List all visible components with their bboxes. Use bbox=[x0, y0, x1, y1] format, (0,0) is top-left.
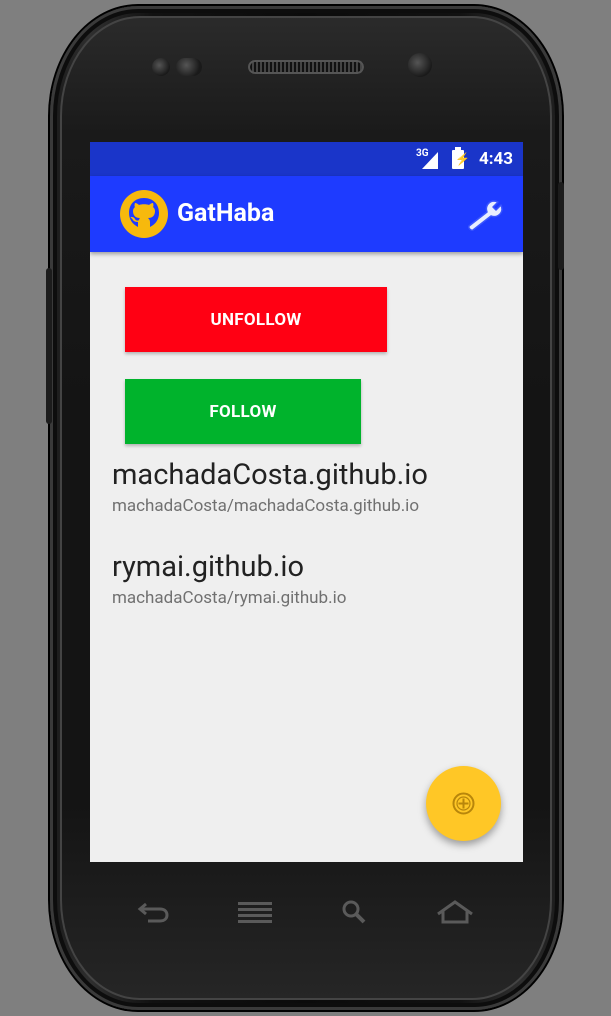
proximity-sensor bbox=[152, 58, 170, 76]
add-circle-icon bbox=[452, 792, 475, 815]
github-octocat-icon bbox=[120, 190, 168, 238]
wrench-icon[interactable] bbox=[465, 196, 507, 232]
menu-icon[interactable] bbox=[236, 898, 274, 926]
status-bar: 3G ⚡ 4:43 bbox=[90, 142, 523, 176]
device-screen: 3G ⚡ 4:43 GatHaba UNFOLLOW FOLLOW machad… bbox=[90, 142, 523, 862]
repo-name: machadaCosta.github.io bbox=[112, 458, 428, 492]
home-icon[interactable] bbox=[434, 898, 476, 926]
power-button bbox=[558, 182, 564, 270]
back-icon[interactable] bbox=[136, 898, 172, 926]
repo-path: machadaCosta/rymai.github.io bbox=[112, 588, 347, 608]
front-camera bbox=[408, 53, 432, 77]
app-title: GatHaba bbox=[177, 199, 275, 228]
add-fab-button[interactable] bbox=[426, 766, 501, 841]
volume-button bbox=[46, 268, 52, 424]
repo-path: machadaCosta/machadaCosta.github.io bbox=[112, 496, 420, 516]
earpiece-speaker bbox=[248, 60, 364, 74]
search-icon[interactable] bbox=[340, 898, 370, 926]
follow-button[interactable]: FOLLOW bbox=[125, 379, 361, 444]
unfollow-button[interactable]: UNFOLLOW bbox=[125, 287, 387, 352]
light-sensor bbox=[176, 58, 202, 76]
battery-icon: ⚡ bbox=[452, 147, 470, 169]
app-bar: GatHaba bbox=[90, 176, 523, 252]
repo-list-item[interactable]: machadaCosta.github.io machadaCosta/mach… bbox=[112, 458, 428, 516]
signal-icon bbox=[422, 152, 438, 169]
repo-name: rymai.github.io bbox=[112, 550, 305, 584]
repo-list-item[interactable]: rymai.github.io machadaCosta/rymai.githu… bbox=[112, 550, 346, 608]
status-time: 4:43 bbox=[478, 149, 513, 169]
